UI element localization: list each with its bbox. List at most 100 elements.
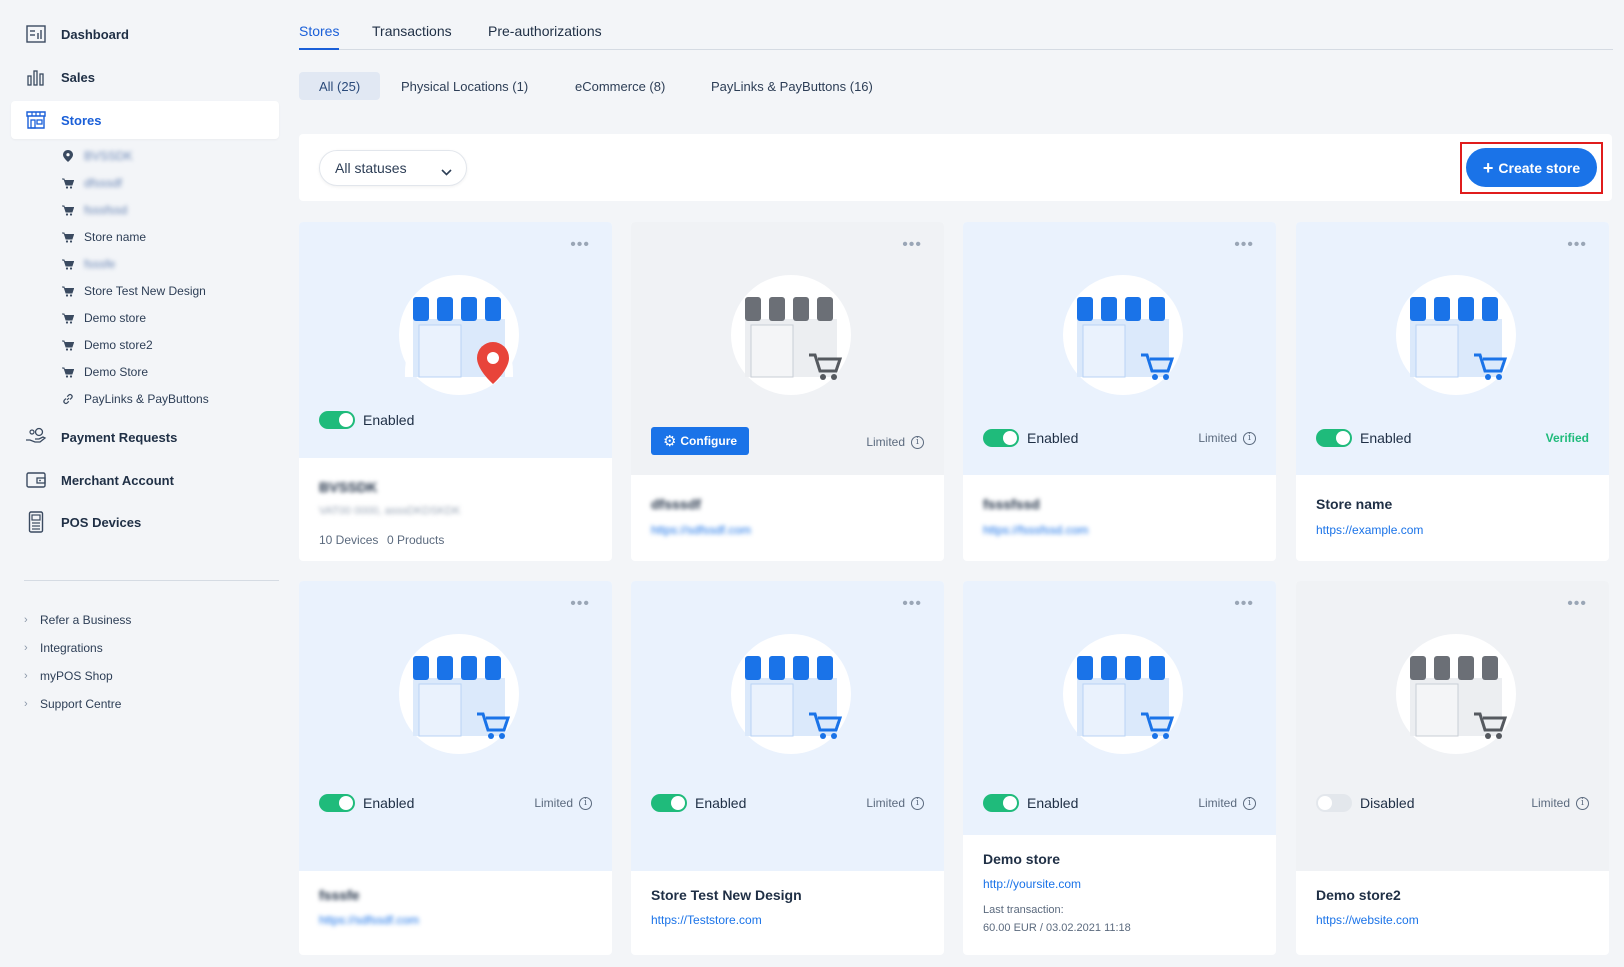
store-label: fsssfe — [84, 257, 116, 271]
footer-link-shop[interactable]: › myPOS Shop — [24, 667, 113, 685]
verification-label: Limited — [1531, 796, 1570, 810]
info-icon[interactable]: i — [911, 796, 924, 810]
verification-label: Limited — [1198, 431, 1237, 445]
tab-transactions[interactable]: Transactions — [372, 23, 452, 50]
store-card[interactable]: ••• ⚙ Configure Limited i dfsssdf https:… — [631, 222, 944, 561]
more-options-icon[interactable]: ••• — [570, 236, 590, 254]
nav-stores[interactable]: Stores — [11, 101, 279, 139]
cart-icon — [62, 366, 74, 378]
ecommerce-store-illustration — [1059, 267, 1187, 395]
store-card[interactable]: ••• Enabled Verified Store name https://… — [1296, 222, 1609, 561]
store-url[interactable]: https://fsssfssd.com — [983, 523, 1088, 537]
stores-toolbar: All statuses — [299, 134, 1612, 201]
status-toggle[interactable] — [1316, 429, 1352, 447]
status-select[interactable]: All statuses — [319, 150, 467, 186]
sidebar-store-item[interactable]: dfsssdf — [62, 173, 122, 193]
sidebar-store-item[interactable]: fsssfe — [62, 254, 115, 274]
sidebar-divider — [24, 580, 279, 581]
store-url[interactable]: http://yoursite.com — [983, 877, 1081, 891]
gear-icon: ⚙ — [662, 433, 677, 450]
store-url[interactable]: https://sdfssdf.com — [319, 913, 419, 927]
store-url[interactable]: https://example.com — [1316, 523, 1423, 537]
cart-icon — [62, 177, 74, 189]
status-toggle[interactable] — [319, 794, 355, 812]
status-toggle[interactable] — [319, 411, 355, 429]
cart-icon — [62, 231, 74, 243]
sidebar-store-item[interactable]: Demo store2 — [62, 335, 153, 355]
more-options-icon[interactable]: ••• — [1234, 236, 1254, 254]
chevron-right-icon: › — [24, 614, 28, 626]
filter-ecommerce[interactable]: eCommerce (8) — [555, 72, 685, 100]
nav-merchant-account[interactable]: Merchant Account — [11, 461, 279, 499]
footer-link-refer[interactable]: › Refer a Business — [24, 611, 131, 629]
filter-all[interactable]: All (25) — [299, 72, 381, 100]
info-icon[interactable]: i — [911, 435, 924, 449]
status-label: Enabled — [1027, 430, 1079, 446]
store-url[interactable]: https://Teststore.com — [651, 913, 762, 927]
store-status: Disabled — [1316, 793, 1414, 813]
sidebar-store-item[interactable]: fsssfssd — [62, 200, 127, 220]
verification-status: Limited i — [1531, 793, 1589, 813]
store-url[interactable]: https://website.com — [1316, 913, 1419, 927]
dashboard-icon — [25, 23, 47, 45]
footer-link-integrations[interactable]: › Integrations — [24, 639, 103, 657]
verification-label: Verified — [1545, 431, 1589, 445]
info-icon[interactable]: i — [1576, 796, 1589, 810]
store-card[interactable]: ••• Enabled Limited i fsssfssd https://f… — [963, 222, 1276, 561]
footer-label: Support Centre — [40, 697, 122, 711]
more-options-icon[interactable]: ••• — [902, 236, 922, 254]
sidebar-store-item[interactable]: Store name — [62, 227, 146, 247]
status-toggle[interactable] — [1316, 794, 1352, 812]
store-name: Store name — [1316, 496, 1393, 512]
ecommerce-store-illustration — [727, 626, 855, 754]
info-icon[interactable]: i — [1243, 796, 1256, 810]
footer-label: Integrations — [40, 641, 103, 655]
tab-pre-authorizations[interactable]: Pre-authorizations — [488, 23, 602, 50]
status-label: Enabled — [363, 795, 415, 811]
more-options-icon[interactable]: ••• — [1567, 236, 1587, 254]
sidebar-store-item[interactable]: Demo Store — [62, 362, 148, 382]
more-options-icon[interactable]: ••• — [1567, 595, 1587, 613]
nav-sales[interactable]: Sales — [11, 58, 279, 96]
cart-icon — [62, 285, 74, 297]
filter-physical[interactable]: Physical Locations (1) — [381, 72, 548, 100]
status-label: Enabled — [363, 412, 415, 428]
filter-paylinks[interactable]: PayLinks & PayButtons (16) — [691, 72, 893, 100]
nav-dashboard[interactable]: Dashboard — [11, 15, 279, 53]
cart-icon — [62, 312, 74, 324]
footer-link-support[interactable]: › Support Centre — [24, 695, 121, 713]
verification-status: Verified — [1546, 428, 1589, 448]
store-card[interactable]: ••• Enabled Limited i Demo store http://… — [963, 581, 1276, 955]
store-url[interactable]: https://sdfssdf.com — [651, 523, 751, 537]
store-products: 0 Products — [387, 533, 445, 547]
store-name: dfsssdf — [651, 496, 701, 512]
tab-stores[interactable]: Stores — [299, 23, 340, 50]
store-status: Enabled — [983, 428, 1078, 448]
nav-payment-requests[interactable]: Payment Requests — [11, 418, 279, 456]
more-options-icon[interactable]: ••• — [1234, 595, 1254, 613]
status-label: Enabled — [1027, 795, 1079, 811]
create-store-button[interactable]: + Create store — [1466, 148, 1597, 187]
store-card[interactable]: ••• Enabled Limited i fsssfe https://sdf… — [299, 581, 612, 955]
nav-pos-devices[interactable]: POS Devices — [11, 503, 279, 541]
more-options-icon[interactable]: ••• — [570, 595, 590, 613]
status-select-value: All statuses — [335, 160, 407, 176]
store-card[interactable]: ••• Enabled BVSSDK VAT00 0000, asssDKDSK… — [299, 222, 612, 561]
store-status: Enabled — [651, 793, 746, 813]
status-toggle[interactable] — [983, 794, 1019, 812]
status-toggle[interactable] — [651, 794, 687, 812]
configure-button[interactable]: ⚙ Configure — [651, 427, 749, 455]
sidebar-store-item[interactable]: BVSSDK — [62, 146, 133, 166]
store-card[interactable]: ••• Disabled Limited i Demo store2 https… — [1296, 581, 1609, 955]
nav-label: Stores — [61, 112, 102, 128]
status-toggle[interactable] — [983, 429, 1019, 447]
store-card[interactable]: ••• Enabled Limited i Store Test New Des… — [631, 581, 944, 955]
sidebar-store-item[interactable]: Store Test New Design — [62, 281, 206, 301]
more-options-icon[interactable]: ••• — [902, 595, 922, 613]
info-icon[interactable]: i — [579, 796, 592, 810]
sidebar-store-item[interactable]: PayLinks & PayButtons — [62, 389, 209, 409]
footer-label: myPOS Shop — [40, 669, 113, 683]
sidebar-store-item[interactable]: Demo store — [62, 308, 146, 328]
store-name: Demo store — [983, 851, 1061, 867]
info-icon[interactable]: i — [1243, 431, 1256, 445]
